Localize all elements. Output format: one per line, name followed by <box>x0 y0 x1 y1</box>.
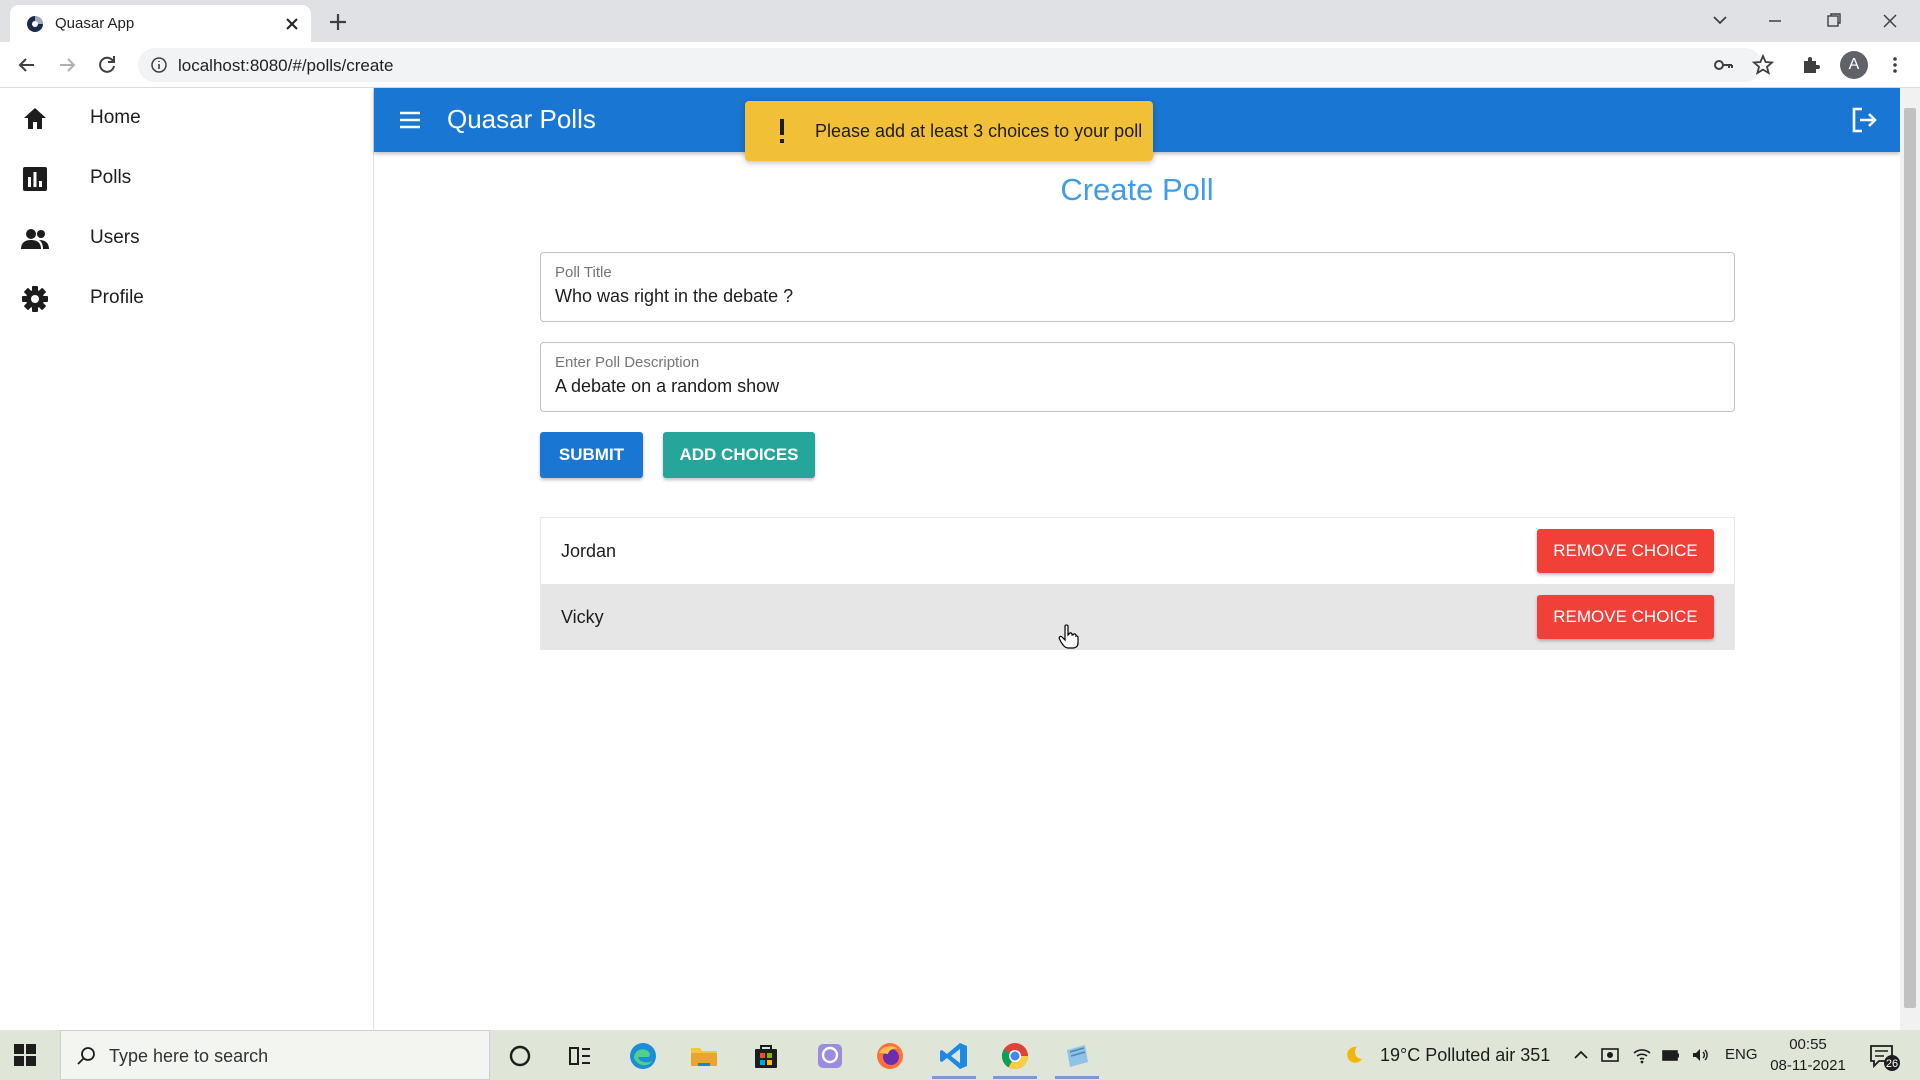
poll-description-field[interactable]: Enter Poll Description A debate on a ran… <box>540 342 1735 412</box>
remove-choice-button[interactable]: REMOVE CHOICE <box>1537 529 1714 573</box>
sidebar-item-label: Home <box>90 107 141 128</box>
sidebar-item-users[interactable]: Users <box>0 208 373 268</box>
meet-now-icon[interactable] <box>1600 1045 1620 1065</box>
tab-search-icon[interactable] <box>1700 6 1740 36</box>
volume-icon[interactable] <box>1690 1045 1710 1065</box>
sidebar-item-label: Users <box>90 227 140 248</box>
sidebar-item-profile[interactable]: Profile <box>0 268 373 328</box>
poll-description-input[interactable]: A debate on a random show <box>555 376 779 397</box>
sidebar-item-polls[interactable]: Polls <box>0 148 373 208</box>
choice-list: Jordan REMOVE CHOICE Vicky REMOVE CHOICE <box>540 517 1735 650</box>
browser-tab[interactable]: Quasar App <box>10 5 311 42</box>
tab-title: Quasar App <box>55 15 135 32</box>
search-placeholder: Type here to search <box>109 1046 269 1066</box>
photos-app-icon[interactable] <box>814 1040 846 1072</box>
gear-icon <box>22 286 48 312</box>
poll-icon <box>23 167 47 191</box>
notification-count: 26 <box>1886 1058 1898 1070</box>
users-icon <box>21 229 49 249</box>
notes-app-icon[interactable] <box>1061 1040 1093 1072</box>
sidebar-drawer: Home Polls Users Profile <box>0 88 374 1030</box>
file-explorer-icon[interactable] <box>688 1040 720 1072</box>
cortana-icon[interactable] <box>504 1040 536 1072</box>
choice-label: Vicky <box>561 607 604 627</box>
show-hidden-icons-icon[interactable] <box>1571 1045 1591 1065</box>
choice-item: Vicky REMOVE CHOICE <box>541 584 1734 650</box>
windows-start-icon[interactable] <box>12 1042 38 1068</box>
poll-title-field[interactable]: Poll Title Who was right in the debate ? <box>540 252 1735 322</box>
active-app-indicator <box>993 1076 1037 1079</box>
url-text: localhost:8080/#/polls/create <box>178 56 394 75</box>
minimize-icon[interactable] <box>1755 6 1795 36</box>
add-choices-button[interactable]: ADD CHOICES <box>663 432 815 478</box>
bookmark-star-icon[interactable] <box>1750 52 1776 78</box>
edge-icon[interactable] <box>627 1040 659 1072</box>
quasar-favicon-icon <box>27 16 43 32</box>
poll-description-label: Enter Poll Description <box>555 354 700 371</box>
browser-toolbar: localhost:8080/#/polls/create A <box>0 42 1920 88</box>
scrollbar-thumb[interactable] <box>1904 108 1916 1008</box>
notification-message: Please add at least 3 choices to your po… <box>815 121 1143 141</box>
menu-icon[interactable] <box>396 106 424 134</box>
chrome-menu-icon[interactable] <box>1882 52 1908 78</box>
warning-icon <box>780 119 784 143</box>
battery-icon[interactable] <box>1661 1045 1681 1065</box>
site-info-icon[interactable] <box>150 56 168 74</box>
task-view-icon[interactable] <box>564 1040 596 1072</box>
page-scrollbar[interactable] <box>1900 88 1920 1030</box>
back-icon[interactable] <box>14 52 40 78</box>
system-clock[interactable]: 00:55 08-11-2021 <box>1768 1034 1848 1076</box>
taskbar-search-input[interactable]: Type here to search <box>60 1030 490 1080</box>
remove-choice-button[interactable]: REMOVE CHOICE <box>1537 595 1714 639</box>
vscode-icon[interactable] <box>938 1040 970 1072</box>
active-app-indicator <box>932 1076 976 1079</box>
close-window-icon[interactable] <box>1870 6 1910 36</box>
sidebar-item-home[interactable]: Home <box>0 88 373 148</box>
submit-button[interactable]: SUBMIT <box>540 432 643 478</box>
warning-notification: Please add at least 3 choices to your po… <box>745 101 1153 161</box>
choice-label: Jordan <box>561 541 617 561</box>
sidebar-item-label: Profile <box>90 287 144 308</box>
wifi-icon[interactable] <box>1632 1045 1652 1065</box>
app-title: Quasar Polls <box>447 104 596 134</box>
page-title: Create Poll <box>1060 172 1214 207</box>
restore-icon[interactable] <box>1813 6 1853 36</box>
clock-time: 00:55 <box>1789 1036 1827 1053</box>
close-tab-icon[interactable] <box>281 13 303 35</box>
choice-item: Jordan REMOVE CHOICE <box>541 518 1734 584</box>
forward-icon[interactable] <box>54 52 80 78</box>
address-bar[interactable]: localhost:8080/#/polls/create <box>138 48 1762 82</box>
profile-avatar[interactable]: A <box>1840 51 1868 79</box>
firefox-icon[interactable] <box>874 1040 906 1072</box>
extensions-icon[interactable] <box>1798 52 1824 78</box>
poll-title-input[interactable]: Who was right in the debate ? <box>555 286 793 307</box>
chrome-icon[interactable] <box>999 1040 1031 1072</box>
logout-icon[interactable] <box>1848 104 1880 136</box>
windows-taskbar: Type here to search 19°C Polluted air 35… <box>0 1030 1920 1080</box>
sidebar-item-label: Polls <box>90 167 132 188</box>
notification-center-icon[interactable]: 26 <box>1868 1042 1902 1072</box>
clock-date: 08-11-2021 <box>1770 1057 1846 1074</box>
poll-title-label: Poll Title <box>555 264 612 281</box>
home-icon <box>24 108 46 129</box>
weather-text[interactable]: 19°C Polluted air 351 <box>1380 1045 1550 1066</box>
password-key-icon[interactable] <box>1710 52 1736 78</box>
language-indicator[interactable]: ENG <box>1725 1046 1758 1063</box>
reload-icon[interactable] <box>94 52 120 78</box>
browser-tab-bar: Quasar App <box>0 0 1920 42</box>
store-icon[interactable] <box>750 1040 782 1072</box>
hand-cursor-icon <box>1058 624 1079 649</box>
new-tab-icon[interactable] <box>325 9 351 35</box>
search-icon <box>77 1047 95 1065</box>
weather-moon-icon <box>1347 1046 1362 1063</box>
active-app-indicator <box>1055 1076 1099 1079</box>
